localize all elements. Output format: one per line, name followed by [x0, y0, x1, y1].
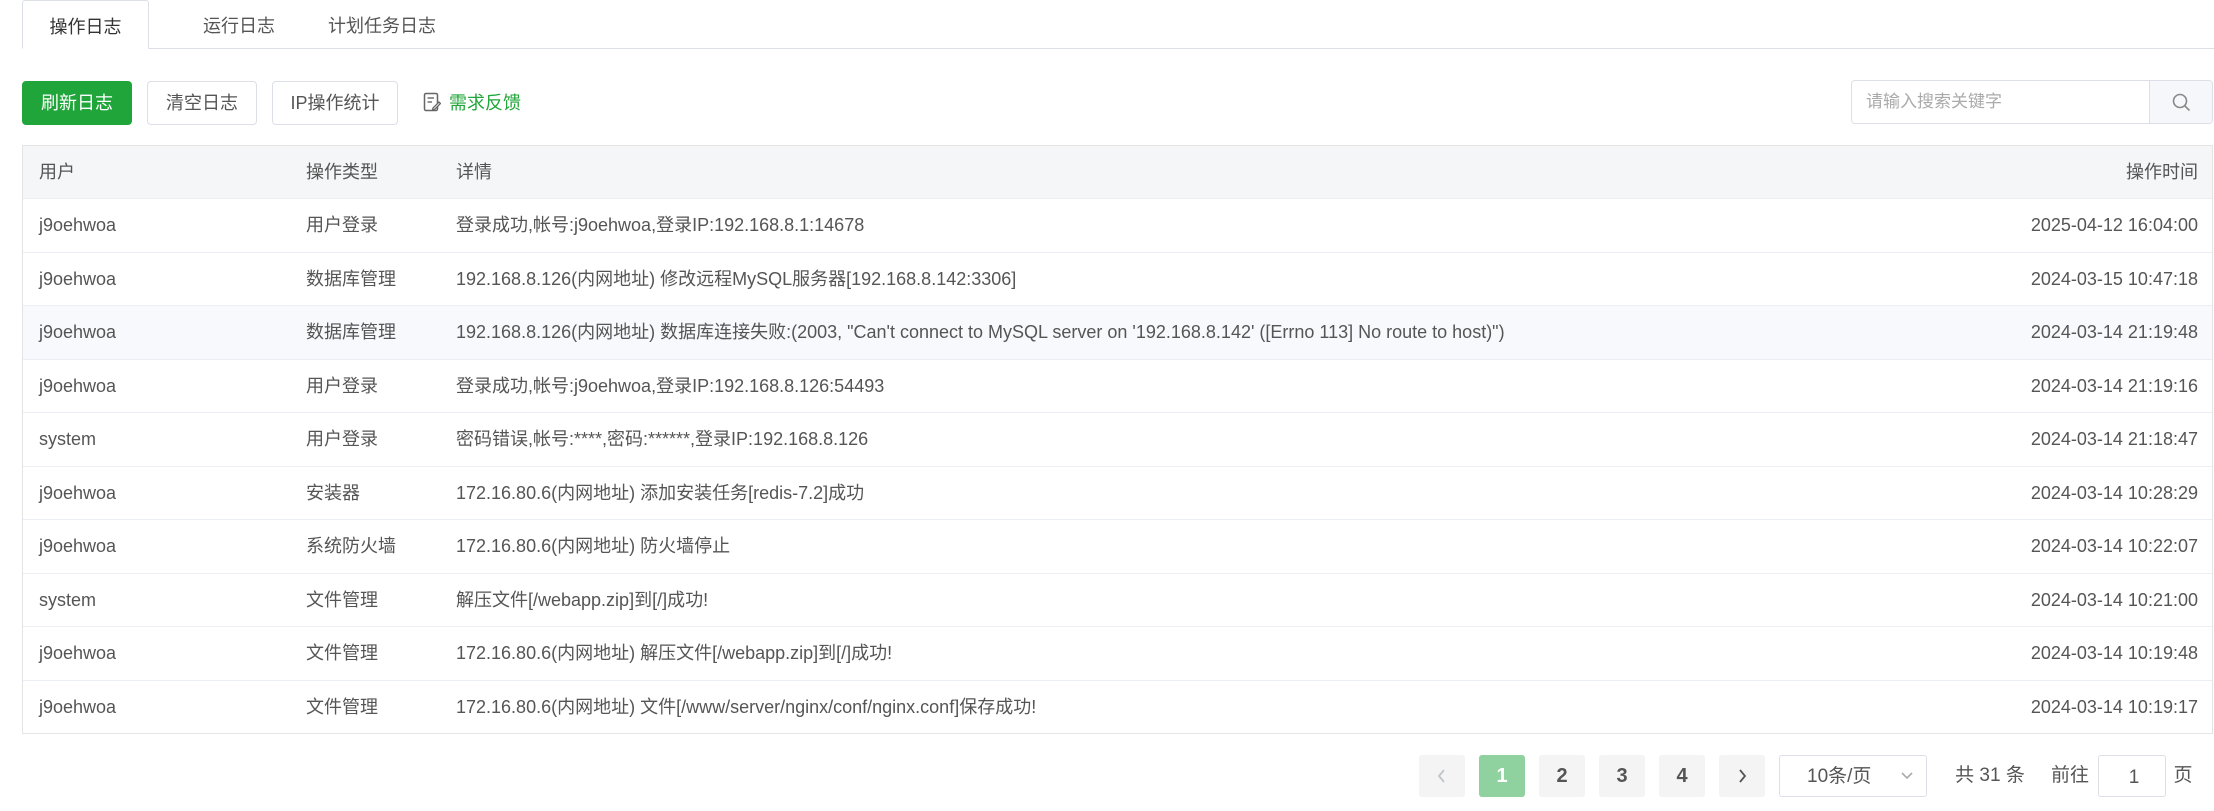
page-2-button[interactable]: 2: [1539, 755, 1585, 797]
operation-log-table: 用户 操作类型 详情 操作时间 j9oehwoa 用户登录 登录成功,帐号:j9…: [22, 145, 2213, 734]
table-row: system 文件管理 解压文件[/webapp.zip]到[/]成功! 202…: [23, 572, 2212, 627]
cell-detail: 解压文件[/webapp.zip]到[/]成功!: [456, 589, 709, 610]
next-page-button[interactable]: [1719, 755, 1765, 797]
table-row: j9oehwoa 安装器 172.16.80.6(内网地址) 添加安装任务[re…: [23, 465, 2212, 520]
search-box: [1851, 80, 2213, 124]
table-row: j9oehwoa 用户登录 登录成功,帐号:j9oehwoa,登录IP:192.…: [23, 358, 2212, 413]
cell-time: 2024-03-14 21:19:16: [2030, 375, 2198, 396]
table-row: j9oehwoa 文件管理 172.16.80.6(内网地址) 文件[/www/…: [23, 679, 2212, 734]
cell-detail: 192.168.8.126(内网地址) 数据库连接失败:(2003, "Can'…: [456, 322, 1505, 342]
cell-time: 2024-03-14 10:28:29: [2030, 482, 2198, 503]
header-type: 操作类型: [306, 162, 378, 182]
table-row: j9oehwoa 文件管理 172.16.80.6(内网地址) 解压文件[/we…: [23, 626, 2212, 680]
cell-detail: 172.16.80.6(内网地址) 防火墙停止: [456, 536, 731, 556]
refresh-log-button[interactable]: 刷新日志: [22, 81, 132, 125]
cell-time: 2024-03-15 10:47:18: [2030, 268, 2198, 289]
cell-type: 系统防火墙: [306, 536, 396, 556]
cell-detail: 登录成功,帐号:j9oehwoa,登录IP:192.168.8.126:5449…: [456, 375, 885, 396]
cell-time: 2025-04-12 16:04:00: [2030, 215, 2198, 235]
chevron-right-icon: [1739, 769, 1747, 783]
search-input[interactable]: [1852, 81, 2152, 123]
goto-page-input[interactable]: [2099, 757, 2169, 799]
cell-user: j9oehwoa: [39, 375, 117, 396]
page-unit-label: 页: [2173, 765, 2193, 786]
tab-run-log[interactable]: 运行日志: [174, 0, 304, 48]
table-row: j9oehwoa 系统防火墙 172.16.80.6(内网地址) 防火墙停止 2…: [23, 519, 2212, 573]
cell-user: j9oehwoa: [39, 322, 117, 342]
chevron-left-icon: [1437, 769, 1445, 783]
cell-detail: 172.16.80.6(内网地址) 添加安装任务[redis-7.2]成功: [456, 482, 865, 503]
cell-time: 2024-03-14 10:22:07: [2030, 536, 2198, 556]
goto-label: 前往: [2050, 765, 2089, 786]
cell-type: 文件管理: [306, 589, 378, 610]
total-count: 共 31 条: [1955, 765, 2025, 786]
log-tabs: 操作日志 运行日志 计划任务日志: [22, 0, 2214, 49]
cell-user: system: [39, 589, 97, 610]
cell-type: 用户登录: [306, 215, 378, 235]
cell-user: j9oehwoa: [39, 482, 117, 503]
goto-page-field: [2098, 755, 2169, 799]
tab-operation-log[interactable]: 操作日志: [22, 0, 149, 49]
cell-time: 2024-03-14 10:21:00: [2030, 589, 2198, 610]
table-row: system 用户登录 密码错误,帐号:****,密码:******,登录IP:…: [23, 412, 2212, 466]
header-detail: 详情: [456, 162, 492, 182]
cell-type: 文件管理: [306, 643, 378, 663]
cell-user: j9oehwoa: [39, 215, 117, 235]
edit-note-icon: [423, 92, 442, 112]
feedback-label: 需求反馈: [449, 93, 521, 113]
cell-user: system: [39, 429, 97, 449]
page-4-button[interactable]: 4: [1659, 755, 1705, 797]
cell-detail: 登录成功,帐号:j9oehwoa,登录IP:192.168.8.1:14678: [456, 215, 865, 235]
tab-cron-log[interactable]: 计划任务日志: [302, 0, 462, 48]
cell-user: j9oehwoa: [39, 696, 117, 717]
search-icon: [2172, 93, 2190, 111]
cell-detail: 172.16.80.6(内网地址) 文件[/www/server/nginx/c…: [456, 696, 1037, 717]
page-size-select[interactable]: 10条/页: [1779, 755, 1927, 797]
ip-stats-button[interactable]: IP操作统计: [272, 81, 398, 125]
table-row: j9oehwoa 数据库管理 192.168.8.126(内网地址) 修改远程M…: [23, 251, 2212, 306]
table-row: j9oehwoa 数据库管理 192.168.8.126(内网地址) 数据库连接…: [23, 305, 2212, 359]
search-button[interactable]: [2149, 81, 2212, 123]
cell-type: 用户登录: [306, 375, 378, 396]
header-user: 用户: [39, 162, 75, 182]
table-header: 用户 操作类型 详情 操作时间: [23, 146, 2212, 198]
cell-type: 文件管理: [306, 696, 378, 717]
page-1-button[interactable]: 1: [1479, 755, 1525, 797]
cell-detail: 172.16.80.6(内网地址) 解压文件[/webapp.zip]到[/]成…: [456, 643, 893, 663]
header-time: 操作时间: [2126, 162, 2198, 182]
cell-detail: 密码错误,帐号:****,密码:******,登录IP:192.168.8.12…: [456, 429, 869, 449]
cell-detail: 192.168.8.126(内网地址) 修改远程MySQL服务器[192.168…: [456, 268, 1017, 289]
page-3-button[interactable]: 3: [1599, 755, 1645, 797]
feedback-link[interactable]: 需求反馈: [423, 81, 521, 125]
cell-time: 2024-03-14 21:19:48: [2030, 322, 2198, 342]
cell-time: 2024-03-14 21:18:47: [2030, 429, 2198, 449]
cell-type: 安装器: [306, 482, 360, 503]
chevron-down-icon: [1900, 756, 1914, 798]
cell-time: 2024-03-14 10:19:48: [2030, 643, 2198, 663]
table-row: j9oehwoa 用户登录 登录成功,帐号:j9oehwoa,登录IP:192.…: [23, 198, 2212, 252]
cell-type: 用户登录: [306, 429, 378, 449]
cell-time: 2024-03-14 10:19:17: [2030, 696, 2198, 717]
cell-type: 数据库管理: [306, 268, 396, 289]
page-size-value: 10条/页: [1807, 766, 1872, 787]
prev-page-button[interactable]: [1419, 755, 1465, 797]
cell-user: j9oehwoa: [39, 643, 117, 663]
clear-log-button[interactable]: 清空日志: [147, 81, 257, 125]
cell-user: j9oehwoa: [39, 536, 117, 556]
cell-type: 数据库管理: [306, 322, 396, 342]
cell-user: j9oehwoa: [39, 268, 117, 289]
